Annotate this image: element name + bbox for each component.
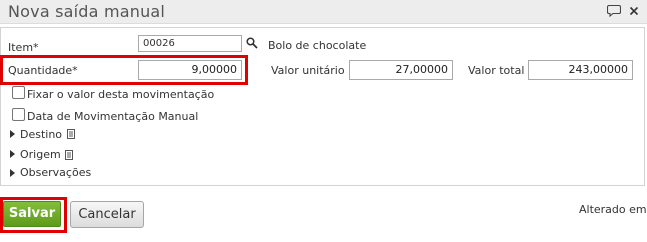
item-label: Item* [8, 41, 39, 54]
item-description: Bolo de chocolate [268, 39, 367, 52]
section-destino[interactable]: Destino [20, 128, 62, 141]
section-observacoes[interactable]: Observações [20, 166, 91, 179]
fixar-valor-label: Fixar o valor desta movimentação [27, 88, 215, 101]
valor-unitario-input[interactable]: 27,00000 [349, 60, 453, 80]
destino-note-icon [67, 129, 75, 139]
cancel-button[interactable]: Cancelar [70, 201, 144, 228]
item-code-input[interactable]: 00026 [138, 35, 242, 52]
fixar-valor-checkbox[interactable] [12, 86, 25, 99]
save-button[interactable]: Salvar [3, 201, 61, 227]
data-movimentacao-label: Data de Movimentação Manual [27, 110, 199, 123]
observacoes-expand-icon[interactable] [10, 169, 15, 177]
quantidade-label: Quantidade* [8, 64, 78, 77]
dialog-title: Nova saída manual [8, 2, 166, 21]
origem-note-icon [65, 150, 73, 160]
search-icon[interactable] [246, 37, 258, 52]
quantidade-input[interactable]: 9,00000 [138, 60, 242, 80]
section-origem[interactable]: Origem [20, 148, 61, 161]
data-movimentacao-checkbox[interactable] [12, 108, 25, 121]
valor-unitario-label: Valor unitário [271, 64, 345, 77]
speech-bubble-icon[interactable] [606, 4, 622, 20]
close-icon[interactable] [629, 6, 639, 19]
status-text: Alterado em [579, 203, 647, 216]
dialog-titlebar: Nova saída manual [0, 0, 647, 24]
destino-expand-icon[interactable] [10, 130, 15, 138]
origem-expand-icon[interactable] [10, 150, 15, 158]
valor-total-input[interactable]: 243,00000 [528, 60, 633, 80]
valor-total-label: Valor total [468, 64, 525, 77]
titlebar-icons [606, 4, 639, 20]
